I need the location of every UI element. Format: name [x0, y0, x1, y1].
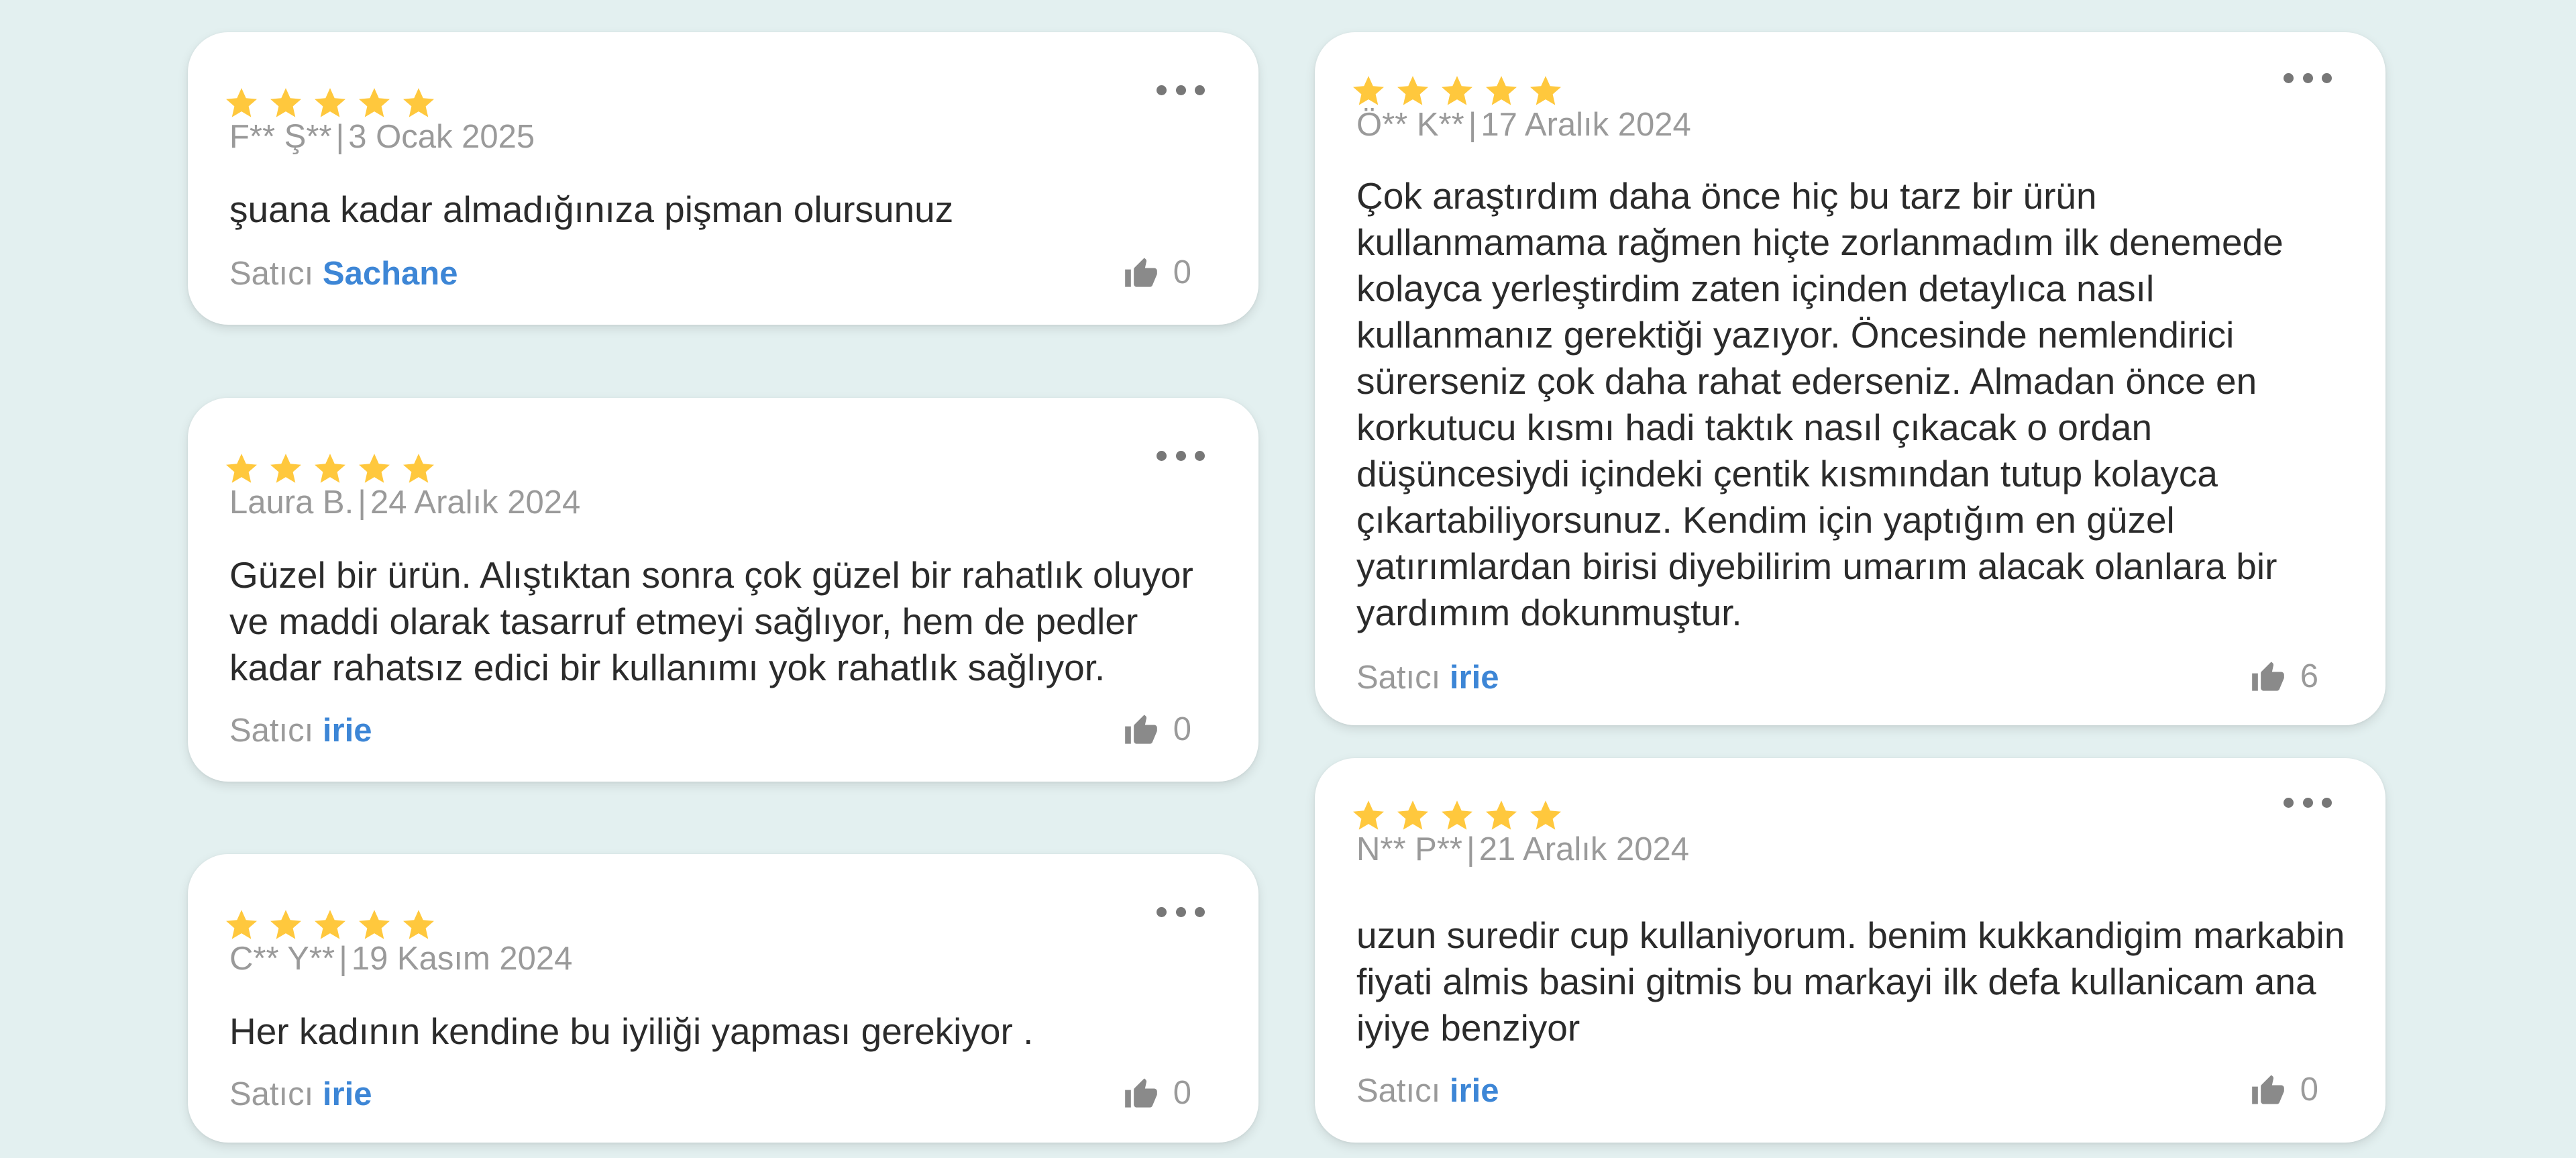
review-text: şuana kadar almadığınıza pişman olursunu…: [229, 189, 954, 230]
star-icon: [359, 454, 390, 483]
meta-separator: |: [358, 484, 366, 521]
star-icon: [403, 454, 434, 483]
review-date: 21 Aralık 2024: [1479, 831, 1689, 867]
star-icon: [315, 454, 345, 483]
seller-row: Satıcı Sachane: [229, 255, 458, 293]
review-card: Laura B. | 24 Aralık 2024 Güzel bir ürün. …: [188, 398, 1258, 782]
review-card: F** Ş** | 3 Ocak 2025 şuana kadar almadığı…: [188, 32, 1258, 325]
star-icon: [315, 910, 345, 939]
star-icon: [1397, 76, 1428, 105]
star-rating: [224, 452, 436, 486]
star-icon: [1353, 76, 1384, 105]
review-text: Çok araştırdım daha önce hiç bu tarz bir…: [1356, 175, 2284, 633]
seller-row: Satıcı irie: [229, 1075, 372, 1113]
star-icon: [1442, 800, 1472, 830]
reviewer-name: Laura B.: [229, 484, 354, 521]
meta-separator: |: [339, 941, 347, 977]
like-count: 0: [2300, 1071, 2318, 1108]
star-icon: [226, 910, 257, 939]
star-icon: [1397, 800, 1428, 830]
meta-separator: |: [1466, 831, 1475, 867]
review-meta: Ö** K** | 17 Aralık 2024: [1356, 106, 1691, 144]
review-date: 3 Ocak 2025: [348, 119, 535, 155]
review-meta: C** Y** | 19 Kasım 2024: [229, 940, 572, 978]
review-card: N** P** | 21 Aralık 2024 uzun suredir cup …: [1315, 758, 2385, 1143]
star-icon: [1530, 76, 1561, 105]
star-icon: [226, 454, 257, 483]
star-icon: [1353, 800, 1384, 830]
star-icon: [1442, 76, 1472, 105]
star-icon: [226, 88, 257, 117]
star-icon: [403, 88, 434, 117]
seller-row: Satıcı irie: [229, 712, 372, 749]
reviewer-name: N** P**: [1356, 831, 1462, 867]
more-options-icon[interactable]: [2284, 66, 2332, 90]
seller-link[interactable]: irie: [1450, 660, 1499, 696]
like-button[interactable]: 0: [1124, 1074, 1191, 1112]
seller-label: Satıcı: [1356, 660, 1441, 696]
seller-link[interactable]: irie: [323, 1076, 372, 1112]
more-options-icon[interactable]: [1157, 443, 1205, 468]
like-button[interactable]: 0: [1124, 710, 1191, 748]
review-card: C** Y** | 19 Kasım 2024 Her kadının kendin…: [188, 854, 1258, 1143]
reviewer-name: Ö** K**: [1356, 107, 1464, 143]
star-icon: [1530, 800, 1561, 830]
star-rating: [224, 908, 436, 943]
seller-row: Satıcı irie: [1356, 659, 1499, 696]
star-rating: [1351, 798, 1563, 833]
like-count: 0: [1173, 1075, 1191, 1111]
more-options-icon[interactable]: [2284, 790, 2332, 814]
seller-link[interactable]: Sachane: [323, 256, 458, 292]
review-meta: Laura B. | 24 Aralık 2024: [229, 484, 580, 521]
seller-link[interactable]: irie: [1450, 1073, 1499, 1109]
like-count: 6: [2300, 658, 2318, 694]
review-meta: F** Ş** | 3 Ocak 2025: [229, 118, 535, 156]
review-date: 24 Aralık 2024: [370, 484, 581, 521]
like-count: 0: [1173, 711, 1191, 747]
star-rating: [224, 86, 436, 121]
seller-label: Satıcı: [229, 256, 314, 292]
review-date: 19 Kasım 2024: [351, 941, 573, 977]
thumbs-up-icon: [1124, 258, 1157, 287]
star-icon: [403, 910, 434, 939]
star-icon: [270, 910, 301, 939]
seller-label: Satıcı: [1356, 1073, 1441, 1109]
meta-separator: |: [1468, 107, 1477, 143]
star-icon: [1486, 76, 1517, 105]
review-card: Ö** K** | 17 Aralık 2024 Çok araştırdım da…: [1315, 32, 2385, 725]
star-rating: [1351, 74, 1563, 109]
star-icon: [359, 88, 390, 117]
star-icon: [270, 88, 301, 117]
star-icon: [270, 454, 301, 483]
review-date: 17 Aralık 2024: [1481, 107, 1691, 143]
like-button[interactable]: 0: [1124, 254, 1191, 291]
review-text: Güzel bir ürün. Alıştıktan sonra çok güz…: [229, 554, 1193, 688]
thumbs-up-icon: [1124, 1078, 1157, 1108]
like-button[interactable]: 0: [2251, 1071, 2318, 1108]
thumbs-up-icon: [2251, 662, 2284, 691]
review-text: uzun suredir cup kullaniyorum. benim kuk…: [1356, 914, 2345, 1049]
seller-label: Satıcı: [229, 713, 314, 749]
like-count: 0: [1173, 254, 1191, 291]
reviewer-name: F** Ş**: [229, 119, 332, 155]
star-icon: [1486, 800, 1517, 830]
seller-row: Satıcı irie: [1356, 1072, 1499, 1110]
star-icon: [359, 910, 390, 939]
review-meta: N** P** | 21 Aralık 2024: [1356, 831, 1689, 868]
more-options-icon[interactable]: [1157, 78, 1205, 102]
star-icon: [315, 88, 345, 117]
thumbs-up-icon: [1124, 715, 1157, 744]
review-text: Her kadının kendine bu iyiliği yapması g…: [229, 1010, 1034, 1052]
more-options-icon[interactable]: [1157, 900, 1205, 924]
like-button[interactable]: 6: [2251, 657, 2318, 695]
thumbs-up-icon: [2251, 1075, 2284, 1104]
seller-label: Satıcı: [229, 1076, 314, 1112]
meta-separator: |: [335, 119, 345, 155]
seller-link[interactable]: irie: [323, 713, 372, 749]
reviewer-name: C** Y**: [229, 941, 335, 977]
